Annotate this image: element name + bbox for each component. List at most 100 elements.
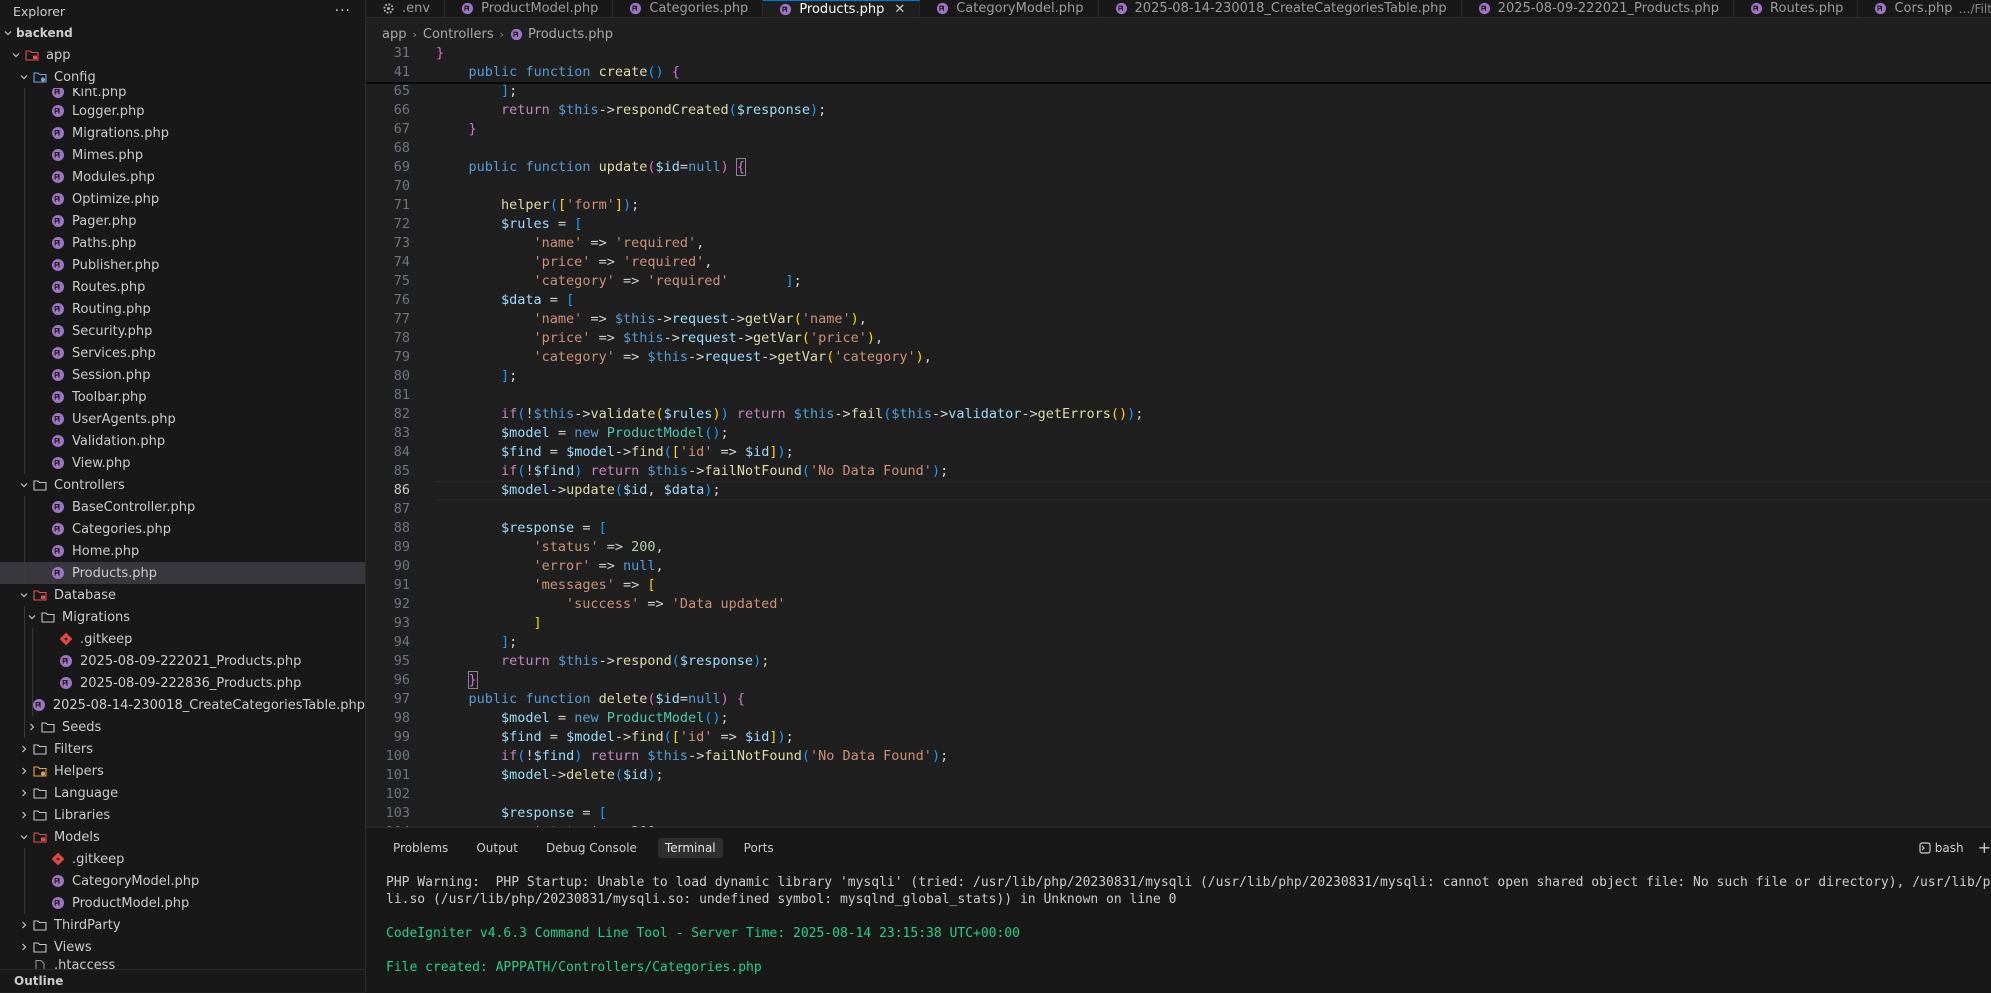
more-actions-icon[interactable]: ··· [335, 3, 351, 19]
code-line[interactable]: 73 'name' => 'required', [366, 234, 1991, 253]
breadcrumb-item[interactable]: app [382, 27, 406, 42]
chevron-right-icon[interactable] [16, 917, 32, 933]
code-line[interactable]: 88 $response = [ [366, 519, 1991, 538]
tree-folder-item[interactable]: Database [0, 584, 365, 606]
close-icon[interactable]: ✕ [894, 2, 905, 17]
code-line[interactable]: 98 $model = new ProductModel(); [366, 709, 1991, 728]
code-line[interactable]: 78 'price' => $this->request->getVar('pr… [366, 329, 1991, 348]
outline-section[interactable]: Outline [0, 969, 365, 992]
tree-folder-item[interactable]: Migrations [0, 606, 365, 628]
code-line[interactable]: 74 'price' => 'required', [366, 253, 1991, 272]
editor-tab[interactable]: 2025-08-14-230018_CreateCategoriesTable.… [1099, 0, 1462, 17]
code-line[interactable]: 66 return $this->respondCreated($respons… [366, 101, 1991, 120]
tree-file-item[interactable]: Routing.php [0, 298, 365, 320]
editor-tab[interactable]: Categories.php [613, 0, 764, 17]
editor-tab[interactable]: Products.php ✕ [763, 0, 921, 17]
code-line[interactable]: 77 'name' => $this->request->getVar('nam… [366, 310, 1991, 329]
code-line[interactable]: 31} [366, 44, 1991, 63]
tree-file-item[interactable]: Categories.php [0, 518, 365, 540]
tree-file-item[interactable]: Paths.php [0, 232, 365, 254]
tree-folder-item[interactable]: Libraries [0, 804, 365, 826]
code-line[interactable]: 68 [366, 139, 1991, 158]
tree-file-item[interactable]: BaseController.php [0, 496, 365, 518]
tree-file-item[interactable]: Routes.php [0, 276, 365, 298]
code-line[interactable]: 96 } [366, 671, 1991, 690]
tree-file-item[interactable]: Migrations.php [0, 122, 365, 144]
tree-file-item[interactable]: 2025-08-09-222836_Products.php [0, 672, 365, 694]
panel-tab[interactable]: Ports [737, 838, 781, 858]
tree-folder-item[interactable]: ThirdParty [0, 914, 365, 936]
code-line[interactable]: 89 'status' => 200, [366, 538, 1991, 557]
code-editor[interactable]: 31} 41 public function create() {65 ]; 66 … [366, 44, 1991, 827]
code-line[interactable]: 87 [366, 500, 1991, 519]
code-line[interactable]: 94 ]; [366, 633, 1991, 652]
code-line[interactable]: 101 $model->delete($id); [366, 766, 1991, 785]
code-line[interactable]: 75 'category' => 'required' ]; [366, 272, 1991, 291]
code-line[interactable]: 86 $model->update($id, $data); [366, 481, 1991, 500]
tree-file-item[interactable]: Publisher.php [0, 254, 365, 276]
code-line[interactable]: 99 $find = $model->find(['id' => $id]); [366, 728, 1991, 747]
shell-name[interactable]: bash [1935, 841, 1964, 855]
tree-folder-item[interactable]: Controllers [0, 474, 365, 496]
code-line[interactable]: 79 'category' => $this->request->getVar(… [366, 348, 1991, 367]
panel-tab[interactable]: Output [469, 838, 525, 858]
chevron-down-icon[interactable] [0, 25, 16, 41]
chevron-right-icon[interactable] [16, 939, 32, 955]
breadcrumb-item[interactable]: Products.php [528, 27, 613, 42]
editor-tab[interactable]: .env [366, 0, 446, 17]
code-line[interactable]: 102 [366, 785, 1991, 804]
chevron-down-icon[interactable] [24, 609, 40, 625]
tree-folder-item[interactable]: app [0, 44, 365, 66]
tree-folder-item[interactable]: Seeds [0, 716, 365, 738]
code-line[interactable]: 84 $find = $model->find(['id' => $id]); [366, 443, 1991, 462]
editor-tab[interactable]: Routes.php [1734, 0, 1859, 17]
chevron-down-icon[interactable] [8, 47, 24, 63]
tree-file-item[interactable]: 2025-08-09-222021_Products.php [0, 650, 365, 672]
tree-file-item[interactable]: Home.php [0, 540, 365, 562]
tree-file-item[interactable]: CategoryModel.php [0, 870, 365, 892]
tree-file-item[interactable]: Mimes.php [0, 144, 365, 166]
chevron-right-icon[interactable] [16, 807, 32, 823]
code-line[interactable]: 93 ] [366, 614, 1991, 633]
tree-file-item[interactable]: ProductModel.php [0, 892, 365, 914]
code-line[interactable]: 80 ]; [366, 367, 1991, 386]
tree-file-item[interactable]: Services.php [0, 342, 365, 364]
code-line[interactable]: 81 [366, 386, 1991, 405]
chevron-down-icon[interactable] [16, 477, 32, 493]
new-terminal-icon[interactable]: + [1978, 838, 1991, 857]
chevron-right-icon[interactable] [16, 785, 32, 801]
editor-tab[interactable]: ProductModel.php [445, 0, 614, 17]
tree-file-item[interactable]: Security.php [0, 320, 365, 342]
chevron-right-icon[interactable] [24, 719, 40, 735]
code-line[interactable]: 72 $rules = [ [366, 215, 1991, 234]
editor-tab[interactable]: Cors.php …/Filters [1858, 0, 1991, 17]
code-line[interactable]: 70 [366, 177, 1991, 196]
chevron-right-icon[interactable] [16, 763, 32, 779]
tree-folder-item[interactable]: Language [0, 782, 365, 804]
panel-tab[interactable]: Terminal [657, 838, 723, 858]
chevron-right-icon[interactable] [16, 741, 32, 757]
tree-folder-item[interactable]: Views [0, 936, 365, 958]
chevron-down-icon[interactable] [16, 829, 32, 845]
code-line[interactable]: 76 $data = [ [366, 291, 1991, 310]
tree-file-item[interactable]: .gitkeep [0, 848, 365, 870]
tree-file-item[interactable]: Optimize.php [0, 188, 365, 210]
tree-file-item[interactable]: Modules.php [0, 166, 365, 188]
code-line[interactable]: 100 if(!$find) return $this->failNotFoun… [366, 747, 1991, 766]
tree-file-item[interactable]: Logger.php [0, 100, 365, 122]
code-line[interactable]: 92 'success' => 'Data updated' [366, 595, 1991, 614]
tree-file-item[interactable]: Toolbar.php [0, 386, 365, 408]
code-line[interactable]: 85 if(!$find) return $this->failNotFound… [366, 462, 1991, 481]
tree-folder-item[interactable]: backend [0, 22, 365, 44]
code-line[interactable]: 97 public function delete($id=null) { [366, 690, 1991, 709]
panel-tab[interactable]: Debug Console [539, 838, 644, 858]
chevron-down-icon[interactable] [16, 69, 32, 85]
code-line[interactable]: 90 'error' => null, [366, 557, 1991, 576]
tree-folder-item[interactable]: Models [0, 826, 365, 848]
tree-file-item[interactable]: Validation.php [0, 430, 365, 452]
tree-file-item[interactable]: .gitkeep [0, 628, 365, 650]
editor-tab[interactable]: 2025-08-09-222021_Products.php [1462, 0, 1735, 17]
breadcrumb-item[interactable]: Controllers [423, 27, 494, 42]
editor-tab[interactable]: CategoryModel.php [920, 0, 1099, 17]
code-line[interactable]: 71 helper(['form']); [366, 196, 1991, 215]
